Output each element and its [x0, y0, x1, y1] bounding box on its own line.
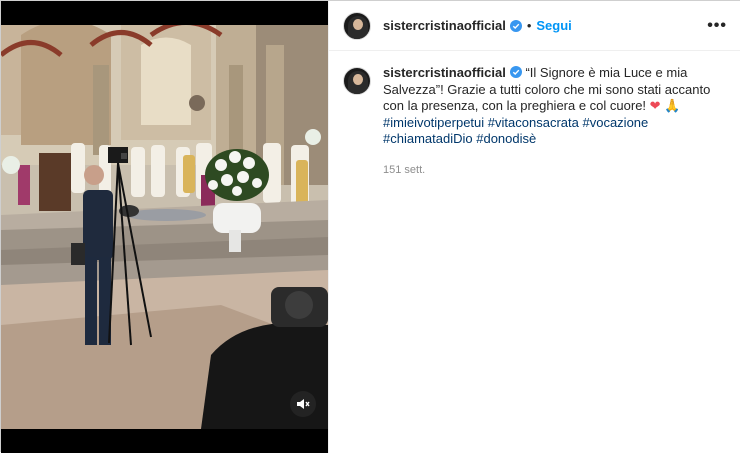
verified-badge-icon: [509, 19, 522, 32]
avatar[interactable]: [343, 11, 371, 40]
caption: sistercristinaofficial “Il Signore è mia…: [383, 65, 723, 178]
more-options-icon[interactable]: •••: [707, 17, 727, 35]
speaker-muted-icon: [297, 399, 310, 409]
separator-dot: •: [526, 18, 532, 33]
hashtag-link[interactable]: #chiamatadiDio: [383, 131, 473, 146]
hashtag-link[interactable]: #donodisè: [476, 131, 536, 146]
caption-row: sistercristinaofficial “Il Signore è mia…: [329, 51, 740, 178]
church-ceremony-scene: [1, 25, 328, 429]
hashtag-link[interactable]: #vitaconsacrata: [488, 115, 579, 130]
mute-button[interactable]: [290, 391, 316, 417]
hashtag-link[interactable]: #imieivotiperpetui: [383, 115, 484, 130]
hashtag-link[interactable]: #vocazione: [582, 115, 648, 130]
post-header: sistercristinaofficial • Segui •••: [329, 1, 740, 51]
instagram-post-window: sistercristinaofficial • Segui ••• siste…: [0, 0, 740, 453]
post-timestamp[interactable]: 151 sett.: [383, 162, 723, 179]
post-details-panel: sistercristinaofficial • Segui ••• siste…: [328, 1, 740, 453]
post-media: [1, 1, 328, 453]
post-video[interactable]: [1, 25, 328, 429]
header-username[interactable]: sistercristinaofficial: [383, 18, 506, 33]
follow-button[interactable]: Segui: [536, 18, 571, 33]
caption-avatar[interactable]: [343, 67, 371, 95]
verified-badge-icon: [509, 66, 522, 78]
prayer-emoji: 🙏: [664, 98, 681, 113]
heart-emoji: ❤: [649, 98, 661, 113]
caption-username[interactable]: sistercristinaofficial: [383, 65, 506, 80]
